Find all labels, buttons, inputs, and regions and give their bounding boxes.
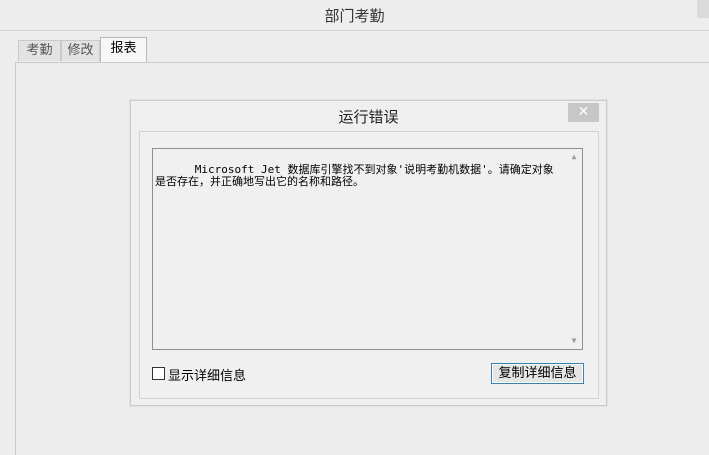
show-details-checkbox[interactable] — [152, 367, 165, 380]
scroll-up-icon[interactable]: ▲ — [567, 150, 581, 164]
error-message-textarea[interactable]: Microsoft Jet 数据库引擎找不到对象'说明考勤机数据'。请确定对象是… — [152, 148, 583, 350]
message-scrollbar[interactable]: ▲ ▼ — [567, 150, 581, 348]
error-dialog: 运行错误 ✕ Microsoft Jet 数据库引擎找不到对象'说明考勤机数据'… — [130, 100, 607, 406]
scroll-down-icon[interactable]: ▼ — [567, 334, 581, 348]
close-icon: ✕ — [577, 104, 590, 120]
dialog-title: 运行错误 — [338, 108, 399, 126]
dialog-body: Microsoft Jet 数据库引擎找不到对象'说明考勤机数据'。请确定对象是… — [139, 131, 599, 399]
copy-details-button[interactable]: 复制详细信息 — [491, 363, 584, 384]
window-title: 部门考勤 — [324, 7, 385, 25]
show-details-label[interactable]: 显示详细信息 — [168, 365, 246, 384]
tab-modify[interactable]: 修改 — [61, 40, 100, 61]
tab-attendance[interactable]: 考勤 — [18, 40, 61, 61]
window-scrollbar[interactable] — [697, 0, 709, 18]
error-message-text: Microsoft Jet 数据库引擎找不到对象'说明考勤机数据'。请确定对象是… — [155, 163, 554, 188]
window-titlebar: 部门考勤 — [0, 0, 709, 31]
tab-report[interactable]: 报表 — [100, 37, 147, 62]
close-button[interactable]: ✕ — [568, 103, 599, 122]
